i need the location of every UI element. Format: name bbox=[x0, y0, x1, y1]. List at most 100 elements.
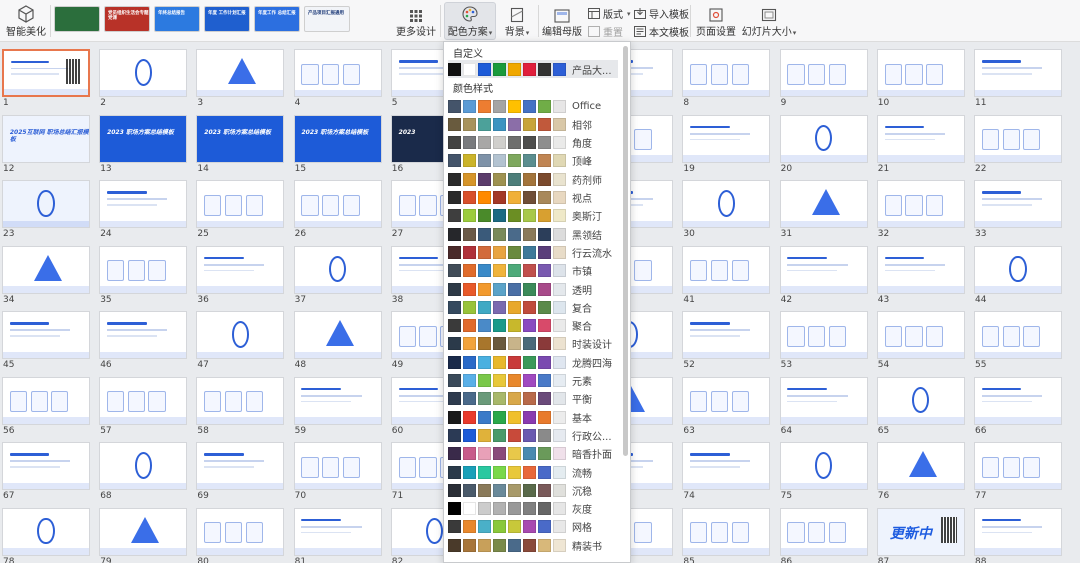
slide-thumbnail[interactable] bbox=[293, 49, 382, 97]
slide-size-button[interactable]: 幻灯片大小▾ bbox=[740, 4, 798, 38]
background-button[interactable]: 背景▾ bbox=[502, 4, 532, 38]
slide-thumbnail[interactable] bbox=[974, 442, 1062, 490]
slide-thumbnail[interactable]: 2023 职场方案总结模板 bbox=[293, 114, 382, 163]
color-scheme-item[interactable]: Office bbox=[448, 97, 618, 115]
color-scheme-item[interactable]: 复合 bbox=[448, 298, 618, 316]
slide-thumbnail[interactable] bbox=[682, 49, 771, 97]
slide-thumbnail[interactable] bbox=[876, 114, 965, 163]
color-scheme-item[interactable]: 奥斯汀 bbox=[448, 207, 618, 225]
slide-thumbnail[interactable] bbox=[196, 376, 285, 425]
template-thumb[interactable]: 产品项目汇报通用 bbox=[304, 6, 350, 32]
slide-thumbnail[interactable]: 2023 职场方案总结模板 bbox=[99, 114, 188, 163]
slide-thumbnail[interactable] bbox=[682, 442, 771, 490]
slide-thumbnail[interactable] bbox=[974, 376, 1062, 425]
slide-thumbnail[interactable] bbox=[2, 507, 90, 556]
slide-thumbnail[interactable] bbox=[779, 507, 868, 556]
color-scheme-item[interactable]: 行政公... bbox=[448, 426, 618, 444]
color-scheme-item[interactable]: 黑领结 bbox=[448, 225, 618, 243]
slide-thumbnail[interactable] bbox=[876, 376, 965, 425]
smart-beautify-button[interactable]: 智能美化 bbox=[4, 4, 48, 38]
slide-thumbnail[interactable] bbox=[974, 507, 1062, 556]
color-scheme-item[interactable]: 精装书 bbox=[448, 536, 618, 554]
slide-thumbnail[interactable] bbox=[682, 311, 771, 359]
color-scheme-item[interactable]: 龙腾四海 bbox=[448, 353, 618, 371]
slide-thumbnail[interactable] bbox=[779, 442, 868, 490]
color-scheme-item[interactable]: 行云流水 bbox=[448, 243, 618, 261]
color-scheme-item[interactable]: 视点 bbox=[448, 189, 618, 207]
dropdown-scrollbar[interactable] bbox=[623, 46, 628, 456]
slide-thumbnail[interactable] bbox=[779, 180, 868, 228]
slide-thumbnail[interactable] bbox=[99, 507, 188, 556]
slide-thumbnail[interactable] bbox=[876, 49, 965, 97]
color-scheme-button[interactable]: 配色方案▾ bbox=[444, 4, 496, 38]
slide-thumbnail[interactable] bbox=[2, 245, 90, 294]
slide-thumbnail[interactable] bbox=[779, 49, 868, 97]
color-scheme-item[interactable]: 灰度 bbox=[448, 500, 618, 518]
color-scheme-item[interactable]: 暗香扑面 bbox=[448, 445, 618, 463]
color-scheme-item[interactable]: 顶峰 bbox=[448, 152, 618, 170]
slide-thumbnail[interactable] bbox=[779, 311, 868, 359]
slide-thumbnail[interactable]: 2025互联网 职场总结汇报模板 bbox=[2, 114, 90, 163]
template-thumb[interactable]: 党员组织生活会专题党课 bbox=[104, 6, 150, 32]
color-scheme-item[interactable]: 基本 bbox=[448, 408, 618, 426]
slide-thumbnail[interactable] bbox=[2, 311, 90, 359]
slide-thumbnail[interactable] bbox=[876, 180, 965, 228]
page-setup-button[interactable]: 页面设置 bbox=[694, 4, 738, 38]
slide-thumbnail[interactable] bbox=[682, 245, 771, 294]
slide-thumbnail[interactable] bbox=[196, 49, 285, 97]
more-design-button[interactable]: 更多设计 bbox=[396, 4, 436, 38]
edit-master-button[interactable]: 编辑母版 bbox=[542, 4, 582, 38]
slide-thumbnail[interactable] bbox=[876, 442, 965, 490]
slide-thumbnail[interactable] bbox=[682, 507, 771, 556]
slide-thumbnail[interactable] bbox=[99, 245, 188, 294]
layout-button[interactable]: 版式 ▾ bbox=[588, 6, 631, 21]
text-template-button[interactable]: 本文模板 bbox=[634, 24, 689, 39]
color-scheme-item[interactable]: 网格 bbox=[448, 518, 618, 536]
slide-thumbnail[interactable] bbox=[682, 180, 771, 228]
slide-thumbnail[interactable] bbox=[293, 376, 382, 425]
slide-thumbnail[interactable]: 更新中 bbox=[876, 507, 965, 556]
color-scheme-item[interactable]: 聚合 bbox=[448, 317, 618, 335]
slide-thumbnail[interactable] bbox=[876, 245, 965, 294]
slide-thumbnail[interactable] bbox=[196, 442, 285, 490]
slide-thumbnail[interactable] bbox=[293, 245, 382, 294]
template-thumb[interactable]: 年度 工作计划汇报 bbox=[204, 6, 250, 32]
slide-thumbnail[interactable] bbox=[196, 311, 285, 359]
slide-thumbnail[interactable] bbox=[99, 376, 188, 425]
slide-thumbnail[interactable]: 2023 职场方案总结模板 bbox=[196, 114, 285, 163]
color-scheme-item[interactable]: 沉稳 bbox=[448, 481, 618, 499]
slide-thumbnail[interactable] bbox=[196, 180, 285, 228]
slide-thumbnail[interactable] bbox=[974, 114, 1062, 163]
color-scheme-item[interactable]: 药剂师 bbox=[448, 170, 618, 188]
slide-thumbnail[interactable] bbox=[2, 442, 90, 490]
slide-thumbnail[interactable] bbox=[293, 180, 382, 228]
slide-thumbnail[interactable] bbox=[779, 376, 868, 425]
slide-thumbnail[interactable] bbox=[682, 376, 771, 425]
slide-thumbnail[interactable] bbox=[2, 376, 90, 425]
slide-thumbnail[interactable] bbox=[293, 311, 382, 359]
reset-button[interactable]: 重置 bbox=[588, 24, 623, 39]
slide-thumbnail[interactable] bbox=[974, 311, 1062, 359]
color-scheme-item[interactable]: 平衡 bbox=[448, 390, 618, 408]
slide-thumbnail[interactable] bbox=[2, 180, 90, 228]
slide-thumbnail[interactable] bbox=[99, 311, 188, 359]
slide-thumbnail[interactable] bbox=[99, 442, 188, 490]
template-thumb[interactable] bbox=[54, 6, 100, 32]
slide-thumbnail[interactable] bbox=[876, 311, 965, 359]
color-scheme-item[interactable]: 流畅 bbox=[448, 463, 618, 481]
template-thumb[interactable]: 年度工作 总结汇报 bbox=[254, 6, 300, 32]
color-scheme-item[interactable]: 相邻 bbox=[448, 115, 618, 133]
slide-thumbnail[interactable] bbox=[974, 245, 1062, 294]
slide-thumbnail[interactable] bbox=[2, 49, 90, 97]
color-scheme-item[interactable]: 市镇 bbox=[448, 262, 618, 280]
slide-thumbnail[interactable] bbox=[196, 245, 285, 294]
slide-thumbnail[interactable] bbox=[779, 245, 868, 294]
template-thumb[interactable]: 年终总结报告 bbox=[154, 6, 200, 32]
color-scheme-item[interactable]: 元素 bbox=[448, 372, 618, 390]
slide-thumbnail[interactable] bbox=[293, 442, 382, 490]
color-scheme-item[interactable]: 透明 bbox=[448, 280, 618, 298]
color-scheme-item[interactable]: 时装设计 bbox=[448, 335, 618, 353]
color-scheme-item[interactable]: 角度 bbox=[448, 134, 618, 152]
slide-thumbnail[interactable] bbox=[196, 507, 285, 556]
slide-thumbnail[interactable] bbox=[99, 49, 188, 97]
